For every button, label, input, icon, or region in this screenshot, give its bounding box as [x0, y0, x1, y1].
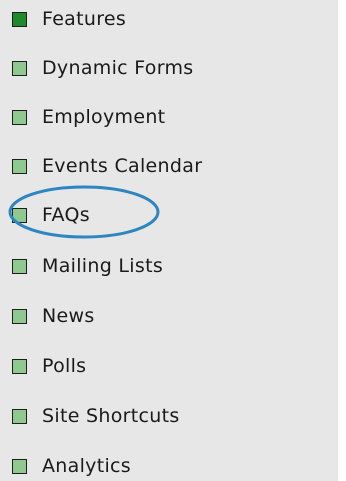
menu-item-label: News: [42, 305, 95, 327]
square-bullet-icon: [12, 358, 27, 374]
square-bullet-icon: [12, 258, 27, 274]
square-bullet-icon: [12, 207, 27, 223]
menu-item-label: Features: [42, 8, 127, 30]
menu-item-dynamic-forms[interactable]: Dynamic Forms: [12, 56, 194, 80]
square-bullet-icon: [12, 158, 27, 174]
menu-item-events-calendar[interactable]: Events Calendar: [12, 154, 202, 178]
menu-item-label: Analytics: [42, 455, 131, 477]
menu-item-label: Site Shortcuts: [42, 405, 180, 427]
menu-item-polls[interactable]: Polls: [12, 354, 86, 378]
menu-item-analytics[interactable]: Analytics: [12, 454, 131, 478]
menu-item-features[interactable]: Features: [12, 7, 126, 31]
menu-item-news[interactable]: News: [12, 304, 95, 328]
menu-item-employment[interactable]: Employment: [12, 105, 165, 129]
sidebar-menu: Features Dynamic Forms Employment Events…: [0, 0, 338, 481]
menu-item-label: FAQs: [42, 204, 90, 226]
menu-item-label: Events Calendar: [42, 155, 203, 177]
menu-item-site-shortcuts[interactable]: Site Shortcuts: [12, 404, 180, 428]
square-bullet-icon: [12, 109, 27, 125]
menu-item-mailing-lists[interactable]: Mailing Lists: [12, 254, 163, 278]
menu-item-label: Employment: [42, 106, 166, 128]
square-bullet-icon: [12, 11, 27, 27]
square-bullet-icon: [12, 308, 27, 324]
menu-item-label: Dynamic Forms: [42, 57, 194, 79]
menu-item-faqs[interactable]: FAQs: [12, 203, 90, 227]
square-bullet-icon: [12, 60, 27, 76]
menu-item-label: Polls: [42, 355, 87, 377]
square-bullet-icon: [12, 458, 27, 474]
menu-item-label: Mailing Lists: [42, 255, 164, 277]
square-bullet-icon: [12, 408, 27, 424]
